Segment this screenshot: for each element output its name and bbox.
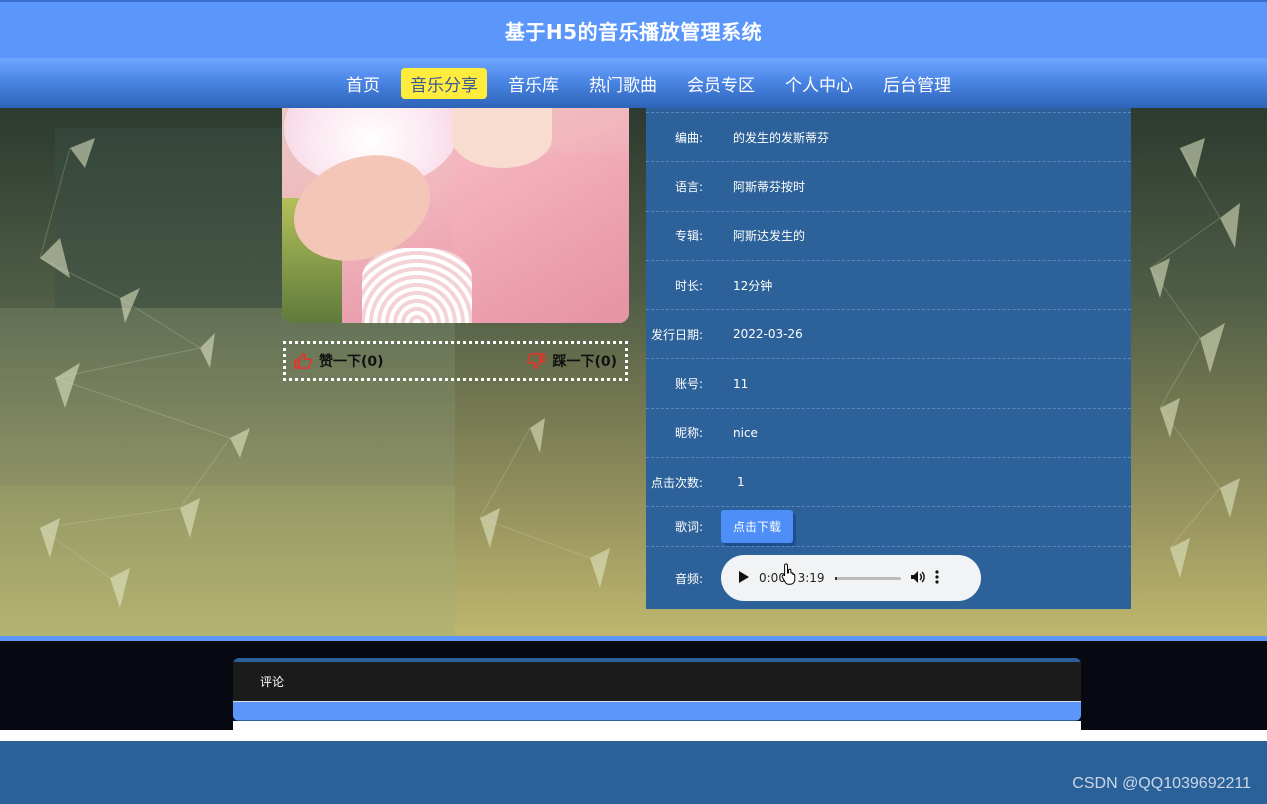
dislike-label: 踩一下(0) (552, 354, 617, 370)
detail-value: 1 (737, 475, 745, 490)
watermark: CSDN @QQ1039692211 (1072, 775, 1251, 792)
footer (0, 741, 1267, 804)
detail-value: 2022-03-26 (733, 327, 803, 342)
play-icon[interactable] (739, 570, 749, 586)
detail-value: 阿斯蒂芬按时 (733, 179, 806, 194)
nav-item-music-library[interactable]: 音乐库 (499, 68, 568, 99)
detail-row-nickname: 昵称: nice (646, 409, 1131, 459)
cover-face (452, 108, 552, 168)
hand-cursor-icon (781, 563, 796, 585)
detail-value: nice (733, 425, 758, 440)
comment-title: 评论 (260, 675, 285, 689)
detail-row-release-date: 发行日期: 2022-03-26 (646, 310, 1131, 360)
site-title: 基于H5的音乐播放管理系统 (504, 19, 763, 44)
nav-item-user-center[interactable]: 个人中心 (776, 68, 862, 99)
nav-item-home[interactable]: 首页 (337, 68, 389, 99)
cover-lace (362, 248, 472, 323)
detail-value: 的发生的发斯蒂芬 (733, 130, 830, 145)
detail-label: 昵称: (674, 426, 703, 441)
dislike-button[interactable]: 踩一下(0) (527, 351, 617, 371)
detail-row-account: 账号: 11 (646, 359, 1131, 409)
audio-player[interactable]: 0:00 / 3:19 (721, 555, 981, 602)
like-button[interactable]: 赞一下(0) (294, 351, 384, 371)
detail-row-language: 语言: 阿斯蒂芬按时 (646, 162, 1131, 212)
detail-label: 编曲: (674, 130, 703, 145)
download-lyrics-button[interactable]: 点击下载 (721, 510, 794, 544)
song-details-panel: 编曲: 的发生的发斯蒂芬 语言: 阿斯蒂芬按时 专辑: 阿斯达发生的 时长: 1… (646, 108, 1131, 609)
detail-value: 阿斯达发生的 (733, 229, 806, 244)
detail-row-audio: 音频: 0:00 / 3:19 (646, 547, 1131, 609)
detail-row-duration: 时长: 12分钟 (646, 261, 1131, 311)
detail-label: 音频: (674, 571, 703, 586)
nav-item-admin[interactable]: 后台管理 (874, 68, 960, 99)
top-header: 基于H5的音乐播放管理系统 (0, 0, 1267, 58)
content-strip (233, 721, 1081, 730)
detail-row-lyrics: 歌词: 点击下载 (646, 507, 1131, 548)
detail-label: 歌词: (674, 520, 703, 535)
nav-item-hot-songs[interactable]: 热门歌曲 (580, 68, 666, 99)
comment-bar (233, 702, 1081, 720)
detail-label: 发行日期: (650, 327, 703, 342)
detail-row-album: 专辑: 阿斯达发生的 (646, 212, 1131, 261)
detail-label: 账号: (674, 377, 703, 392)
detail-value: 12分钟 (733, 278, 773, 293)
comment-header: 评论 (233, 662, 1081, 702)
song-cover-image (282, 108, 629, 323)
audio-progress-slider[interactable] (834, 576, 901, 580)
volume-icon[interactable] (910, 570, 925, 586)
thumbs-up-icon (294, 353, 312, 369)
nav-item-member-zone[interactable]: 会员专区 (678, 68, 764, 99)
nav-item-music-share[interactable]: 音乐分享 (401, 67, 487, 99)
cover-sleeve (452, 153, 629, 323)
detail-row-clicks: 点击次数: 1 (646, 458, 1131, 508)
detail-value: 11 (733, 376, 749, 391)
detail-label: 专辑: (674, 229, 703, 244)
like-label: 赞一下(0) (319, 354, 384, 370)
content-strip (0, 730, 1267, 741)
vote-box: 赞一下(0) 踩一下(0) (283, 341, 628, 381)
detail-label: 语言: (674, 179, 703, 194)
more-options-icon[interactable] (934, 570, 939, 587)
detail-label: 点击次数: (650, 475, 703, 490)
thumbs-down-icon (527, 353, 546, 369)
comment-box: 评论 (233, 658, 1081, 721)
main-nav: 首页 音乐分享 音乐库 热门歌曲 会员专区 个人中心 后台管理 (0, 58, 1267, 108)
detail-row-composer: 编曲: 的发生的发斯蒂芬 (646, 113, 1131, 163)
detail-label: 时长: (674, 278, 703, 293)
detail-value-wrapper: 点击下载 (721, 510, 1131, 544)
